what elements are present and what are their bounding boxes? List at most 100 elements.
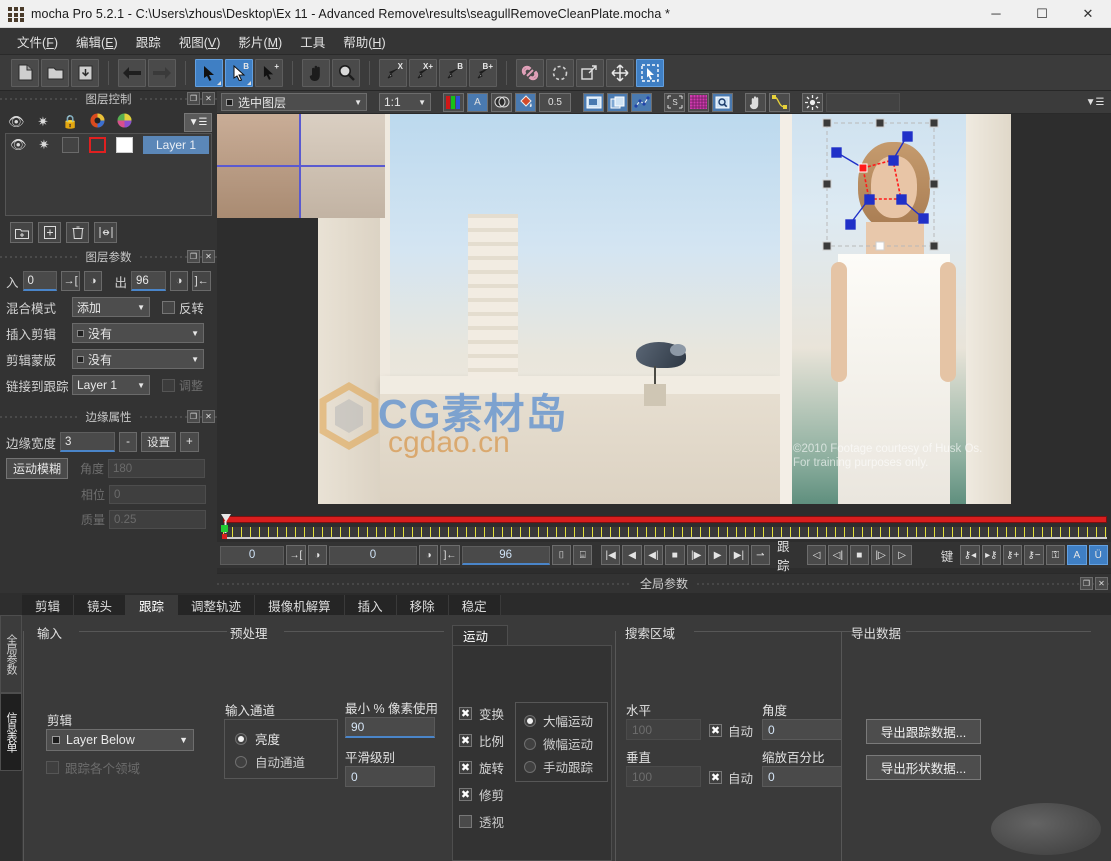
scale-icon[interactable]	[576, 58, 604, 87]
xspline-add-pen-icon[interactable]: X+	[409, 58, 437, 87]
menu-movie[interactable]: 影片(M)	[229, 28, 291, 55]
fit-out-icon[interactable]: ⌸	[573, 545, 593, 565]
out-range-icon[interactable]: ◑	[418, 545, 439, 565]
timeline-playhead[interactable]	[220, 514, 231, 542]
tab-stabilize[interactable]: 稳定	[448, 595, 501, 615]
brightness-icon[interactable]	[802, 92, 823, 112]
tab-remove[interactable]: 移除	[396, 595, 449, 615]
add-key-icon[interactable]: ⚷+	[1003, 545, 1023, 565]
rotation-checkbox[interactable]: ✖	[459, 761, 472, 774]
alpha-channel-icon[interactable]: A	[467, 92, 488, 112]
scale-percent-field[interactable]: 0	[762, 766, 842, 787]
edge-props-close-button[interactable]: ✕	[202, 410, 215, 423]
layer-gear-icon[interactable]: ✷	[36, 137, 52, 153]
spline-path-icon[interactable]	[769, 92, 790, 112]
motion-check-translate[interactable]: ✖ 变换	[459, 704, 504, 723]
small-motion-radio[interactable]	[524, 737, 536, 750]
xspline-pen-icon[interactable]: X	[379, 58, 407, 87]
rotate-icon[interactable]	[546, 58, 574, 87]
insert-clip-select[interactable]: 没有 ▼	[72, 323, 204, 343]
prev-key-icon[interactable]: ⚷◂	[960, 545, 980, 565]
go-to-end-icon[interactable]: ▶|	[729, 545, 749, 565]
layer-visibility-icon[interactable]: 👁	[10, 137, 27, 153]
motion-radio-large[interactable]: 大幅运动	[524, 711, 593, 730]
vertical-tab-global-params[interactable]: 全局参数	[0, 615, 22, 693]
edge-props-float-button[interactable]: ❐	[187, 410, 200, 423]
spline-overlay[interactable]	[805, 114, 1011, 274]
smooth-level-field[interactable]: 0	[345, 766, 435, 787]
out-invert-icon[interactable]: ◑	[169, 271, 189, 291]
add-point-tool-icon[interactable]: +	[255, 58, 283, 87]
layer-fill-color-swatch[interactable]	[116, 136, 133, 153]
delete-all-keys-icon[interactable]: ⚿	[1045, 545, 1066, 565]
menu-view[interactable]: 视图(V)	[170, 28, 230, 55]
table-row[interactable]: 👁 ✷ Layer 1	[6, 134, 211, 155]
fit-layers-icon[interactable]	[94, 222, 117, 243]
viewer-canvas[interactable]: CG素材岛 cgdao.cn ©2010 Footage courtesy of…	[217, 114, 1111, 541]
track-stop-icon[interactable]: ■	[849, 545, 869, 565]
manual-track-radio[interactable]	[524, 760, 536, 773]
export-track-data-button[interactable]: 导出跟踪数据...	[866, 719, 981, 744]
layer-list-menu-icon[interactable]: ▼☰	[184, 112, 212, 132]
go-to-start-icon[interactable]: |◀	[601, 545, 621, 565]
layer-control-float-button[interactable]: ❐	[187, 92, 200, 105]
layer-control-close-button[interactable]: ✕	[202, 92, 215, 105]
add-layer-icon[interactable]	[38, 222, 61, 243]
shear-checkbox[interactable]: ✖	[459, 788, 472, 801]
edge-settings-button[interactable]: 设置	[141, 432, 177, 452]
motion-subtab[interactable]: 运动	[452, 625, 508, 645]
layer-select-combo[interactable]: 选中图层 ▼	[221, 93, 367, 111]
delete-key-icon[interactable]: ⚷−	[1024, 545, 1044, 565]
vertical-tab-info-form[interactable]: 信息表单	[0, 693, 22, 771]
menu-track[interactable]: 跟踪	[127, 28, 170, 55]
motion-check-scale[interactable]: ✖ 比例	[459, 731, 504, 750]
set-out-icon[interactable]: ]←	[440, 545, 460, 565]
edge-width-field[interactable]: 3	[60, 432, 116, 452]
layer-params-close-button[interactable]: ✕	[202, 250, 215, 263]
delete-layer-icon[interactable]	[66, 222, 89, 243]
edge-width-minus-button[interactable]: -	[119, 432, 138, 452]
select-tool-icon[interactable]	[195, 58, 223, 87]
close-button[interactable]: ✕	[1065, 0, 1111, 28]
transport-in-field[interactable]: 0	[220, 545, 285, 565]
zoom-window-icon[interactable]	[712, 92, 733, 112]
transport-out-field[interactable]: 96	[461, 545, 550, 565]
blend-mode-select[interactable]: 添加 ▼	[72, 297, 150, 317]
auto-key-icon[interactable]: A	[1067, 545, 1087, 565]
minimize-button[interactable]: ─	[973, 0, 1019, 28]
motion-check-rotation[interactable]: ✖ 旋转	[459, 758, 504, 777]
layer-name-label[interactable]: Layer 1	[143, 135, 209, 154]
global-params-close-button[interactable]: ✕	[1095, 577, 1108, 590]
vertical-auto-row[interactable]: ✖ 自动	[709, 768, 753, 787]
move-icon[interactable]	[606, 58, 634, 87]
forward-arrow-icon[interactable]	[148, 58, 176, 87]
auto-channel-radio[interactable]	[235, 755, 247, 768]
menu-edit[interactable]: 编辑(E)	[67, 28, 127, 55]
motion-check-shear[interactable]: ✖ 修剪	[459, 785, 504, 804]
open-project-icon[interactable]	[41, 58, 69, 87]
transport-current-field[interactable]: 0	[328, 545, 417, 565]
tab-track[interactable]: 跟踪	[126, 595, 179, 615]
menu-help[interactable]: 帮助(H)	[334, 28, 394, 55]
mesh-grid-icon[interactable]	[688, 92, 709, 112]
motion-radio-small[interactable]: 微幅运动	[524, 734, 593, 753]
horizontal-auto-row[interactable]: ✖ 自动	[709, 721, 753, 740]
grid-overlay-icon[interactable]	[607, 92, 628, 112]
play-forward-icon[interactable]: ▶	[707, 545, 728, 565]
layer-params-float-button[interactable]: ❐	[187, 250, 200, 263]
link-extra-checkbox[interactable]	[162, 378, 175, 392]
stabilize-icon[interactable]: S	[664, 92, 685, 112]
panel-menu-icon[interactable]: ▼☰	[1083, 92, 1107, 112]
export-shape-data-button[interactable]: 导出形状数据...	[866, 755, 981, 780]
min-pixel-field[interactable]: 90	[345, 717, 435, 738]
tab-adjust-track[interactable]: 调整轨迹	[178, 595, 256, 615]
stop-icon[interactable]: ■	[665, 545, 685, 565]
footage-image[interactable]: CG素材岛 cgdao.cn ©2010 Footage courtesy of…	[318, 114, 1011, 504]
track-backward-icon[interactable]: ◁|	[828, 545, 848, 565]
rgb-channels-icon[interactable]	[443, 92, 464, 112]
timeline-range-bar[interactable]	[223, 516, 1107, 523]
link-track-select[interactable]: Layer 1 ▼	[72, 375, 150, 395]
matte-overlay-icon[interactable]	[491, 92, 512, 112]
brightness-field[interactable]	[826, 92, 900, 112]
menu-tools[interactable]: 工具	[291, 28, 334, 55]
